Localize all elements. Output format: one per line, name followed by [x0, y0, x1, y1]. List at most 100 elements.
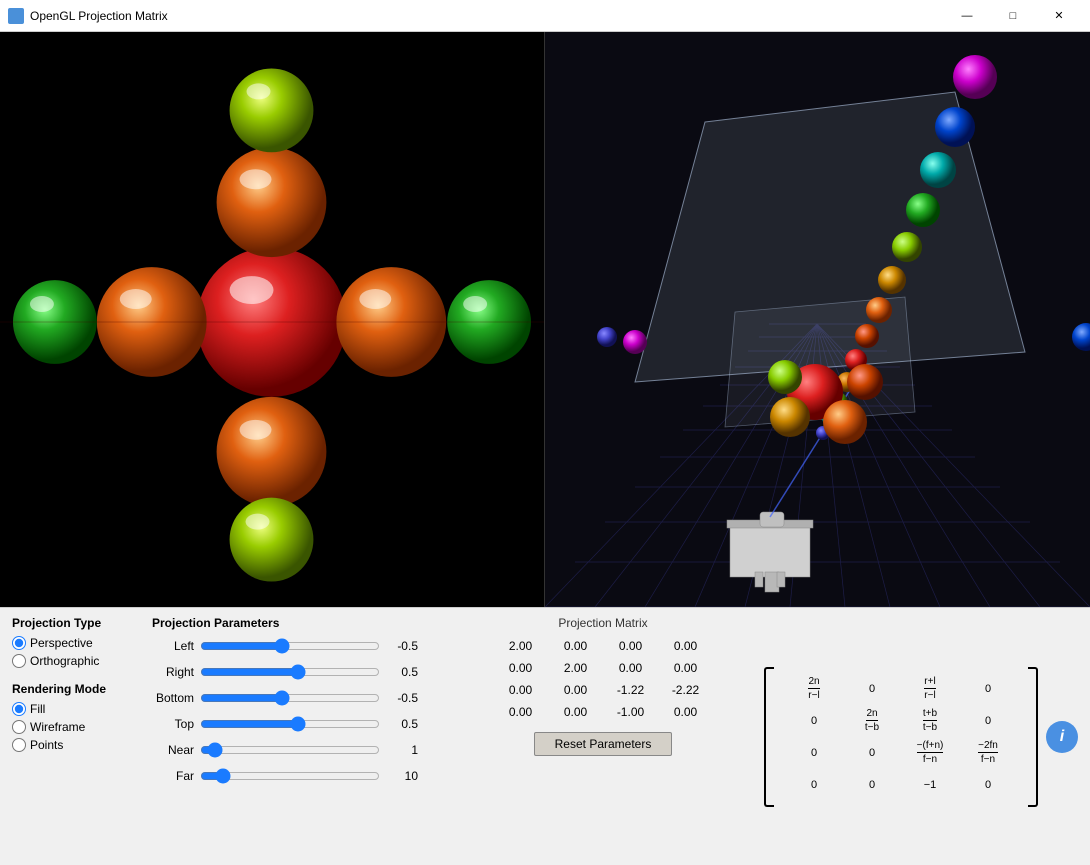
slider-input-left[interactable] [200, 636, 380, 656]
window-title: OpenGL Projection Matrix [30, 9, 944, 23]
formula-cell-2-1: 0 [844, 739, 900, 767]
formula-grid: 2nr−l0r+lr−l002nt−bt+bt−b000−(f+n)f−n−2f… [778, 671, 1024, 803]
close-button[interactable]: ✕ [1036, 0, 1082, 32]
bracket-right [1028, 667, 1038, 807]
formula-cell-3-3: 0 [960, 771, 1016, 799]
matrix-cell-0-3: 0.00 [658, 636, 713, 656]
formula-cell-3-2: −1 [902, 771, 958, 799]
perspective-option[interactable]: Perspective [12, 636, 132, 650]
matrix-section: Projection Matrix 2.000.000.000.000.002.… [462, 616, 744, 857]
slider-row-left: Left -0.5 [152, 636, 442, 656]
formula-section: 2nr−l0r+lr−l002nt−bt+bt−b000−(f+n)f−n−2f… [764, 616, 1078, 857]
fill-label: Fill [30, 702, 45, 716]
reset-button[interactable]: Reset Parameters [534, 732, 673, 756]
matrix-cell-0-0: 2.00 [493, 636, 548, 656]
controls-panel: Projection Type Perspective Orthographic… [0, 607, 1090, 865]
params-section: Projection Parameters Left -0.5 Right 0.5 Bo… [152, 616, 442, 857]
title-bar: OpenGL Projection Matrix — □ ✕ [0, 0, 1090, 32]
points-label: Points [30, 738, 63, 752]
matrix-cell-2-0: 0.00 [493, 680, 548, 700]
window-controls: — □ ✕ [944, 0, 1082, 32]
left-scene-svg [0, 32, 544, 607]
matrix-cell-3-2: -1.00 [603, 702, 658, 722]
slider-input-bottom[interactable] [200, 688, 380, 708]
slider-label-right: Right [152, 665, 194, 679]
rendering-mode-group: Fill Wireframe Points [12, 702, 132, 752]
matrix-cell-0-1: 0.00 [548, 636, 603, 656]
main-area: Projection Type Perspective Orthographic… [0, 32, 1090, 865]
slider-row-near: Near 1 [152, 740, 442, 760]
formula-cell-2-2: −(f+n)f−n [902, 739, 958, 767]
bracket-left [764, 667, 774, 807]
projection-type-title: Projection Type [12, 616, 132, 630]
params-title: Projection Parameters [152, 616, 442, 630]
slider-row-far: Far 10 [152, 766, 442, 786]
info-button[interactable]: i [1046, 721, 1078, 753]
matrix-cell-1-1: 2.00 [548, 658, 603, 678]
perspective-radio[interactable] [12, 636, 26, 650]
formula-cell-2-3: −2fnf−n [960, 739, 1016, 767]
formula-cell-2-0: 0 [786, 739, 842, 767]
wireframe-option[interactable]: Wireframe [12, 720, 132, 734]
right-scene-svg [545, 32, 1090, 607]
wireframe-radio[interactable] [12, 720, 26, 734]
projection-type-section: Projection Type Perspective Orthographic… [12, 616, 132, 857]
matrix-cell-1-2: 0.00 [603, 658, 658, 678]
points-radio[interactable] [12, 738, 26, 752]
matrix-cell-1-0: 0.00 [493, 658, 548, 678]
slider-value-bottom: -0.5 [386, 691, 418, 705]
slider-input-far[interactable] [200, 766, 380, 786]
wireframe-label: Wireframe [30, 720, 85, 734]
points-option[interactable]: Points [12, 738, 132, 752]
matrix-values: 2.000.000.000.000.002.000.000.000.000.00… [493, 636, 713, 722]
matrix-cell-2-3: -2.22 [658, 680, 713, 700]
formula-cell-0-1: 0 [844, 675, 900, 703]
maximize-button[interactable]: □ [990, 0, 1036, 32]
orthographic-label: Orthographic [30, 654, 99, 668]
fill-option[interactable]: Fill [12, 702, 132, 716]
slider-value-top: 0.5 [386, 717, 418, 731]
slider-label-top: Top [152, 717, 194, 731]
perspective-label: Perspective [30, 636, 93, 650]
matrix-cell-3-1: 0.00 [548, 702, 603, 722]
matrix-cell-1-3: 0.00 [658, 658, 713, 678]
slider-row-top: Top 0.5 [152, 714, 442, 734]
matrix-cell-0-2: 0.00 [603, 636, 658, 656]
slider-input-near[interactable] [200, 740, 380, 760]
app-icon [8, 8, 24, 24]
slider-input-top[interactable] [200, 714, 380, 734]
formula-cell-3-0: 0 [786, 771, 842, 799]
formula-cell-0-0: 2nr−l [786, 675, 842, 703]
slider-label-near: Near [152, 743, 194, 757]
slider-input-right[interactable] [200, 662, 380, 682]
matrix-cell-3-0: 0.00 [493, 702, 548, 722]
right-viewport [545, 32, 1090, 607]
fill-radio[interactable] [12, 702, 26, 716]
formula-cell-1-1: 2nt−b [844, 707, 900, 735]
orthographic-radio[interactable] [12, 654, 26, 668]
matrix-title: Projection Matrix [558, 616, 647, 630]
rendering-mode-title: Rendering Mode [12, 682, 132, 696]
slider-label-far: Far [152, 769, 194, 783]
matrix-cell-2-1: 0.00 [548, 680, 603, 700]
minimize-button[interactable]: — [944, 0, 990, 32]
matrix-cell-3-3: 0.00 [658, 702, 713, 722]
formula-cell-1-0: 0 [786, 707, 842, 735]
viewports [0, 32, 1090, 607]
slider-label-left: Left [152, 639, 194, 653]
projection-type-group: Perspective Orthographic [12, 636, 132, 668]
formula-cell-1-3: 0 [960, 707, 1016, 735]
slider-value-near: 1 [386, 743, 418, 757]
slider-value-right: 0.5 [386, 665, 418, 679]
slider-label-bottom: Bottom [152, 691, 194, 705]
formula-matrix: 2nr−l0r+lr−l002nt−bt+bt−b000−(f+n)f−n−2f… [764, 667, 1038, 807]
slider-value-far: 10 [386, 769, 418, 783]
formula-cell-0-3: 0 [960, 675, 1016, 703]
formula-cell-0-2: r+lr−l [902, 675, 958, 703]
slider-value-left: -0.5 [386, 639, 418, 653]
formula-cell-3-1: 0 [844, 771, 900, 799]
left-viewport [0, 32, 545, 607]
matrix-cell-2-2: -1.22 [603, 680, 658, 700]
orthographic-option[interactable]: Orthographic [12, 654, 132, 668]
formula-cell-1-2: t+bt−b [902, 707, 958, 735]
